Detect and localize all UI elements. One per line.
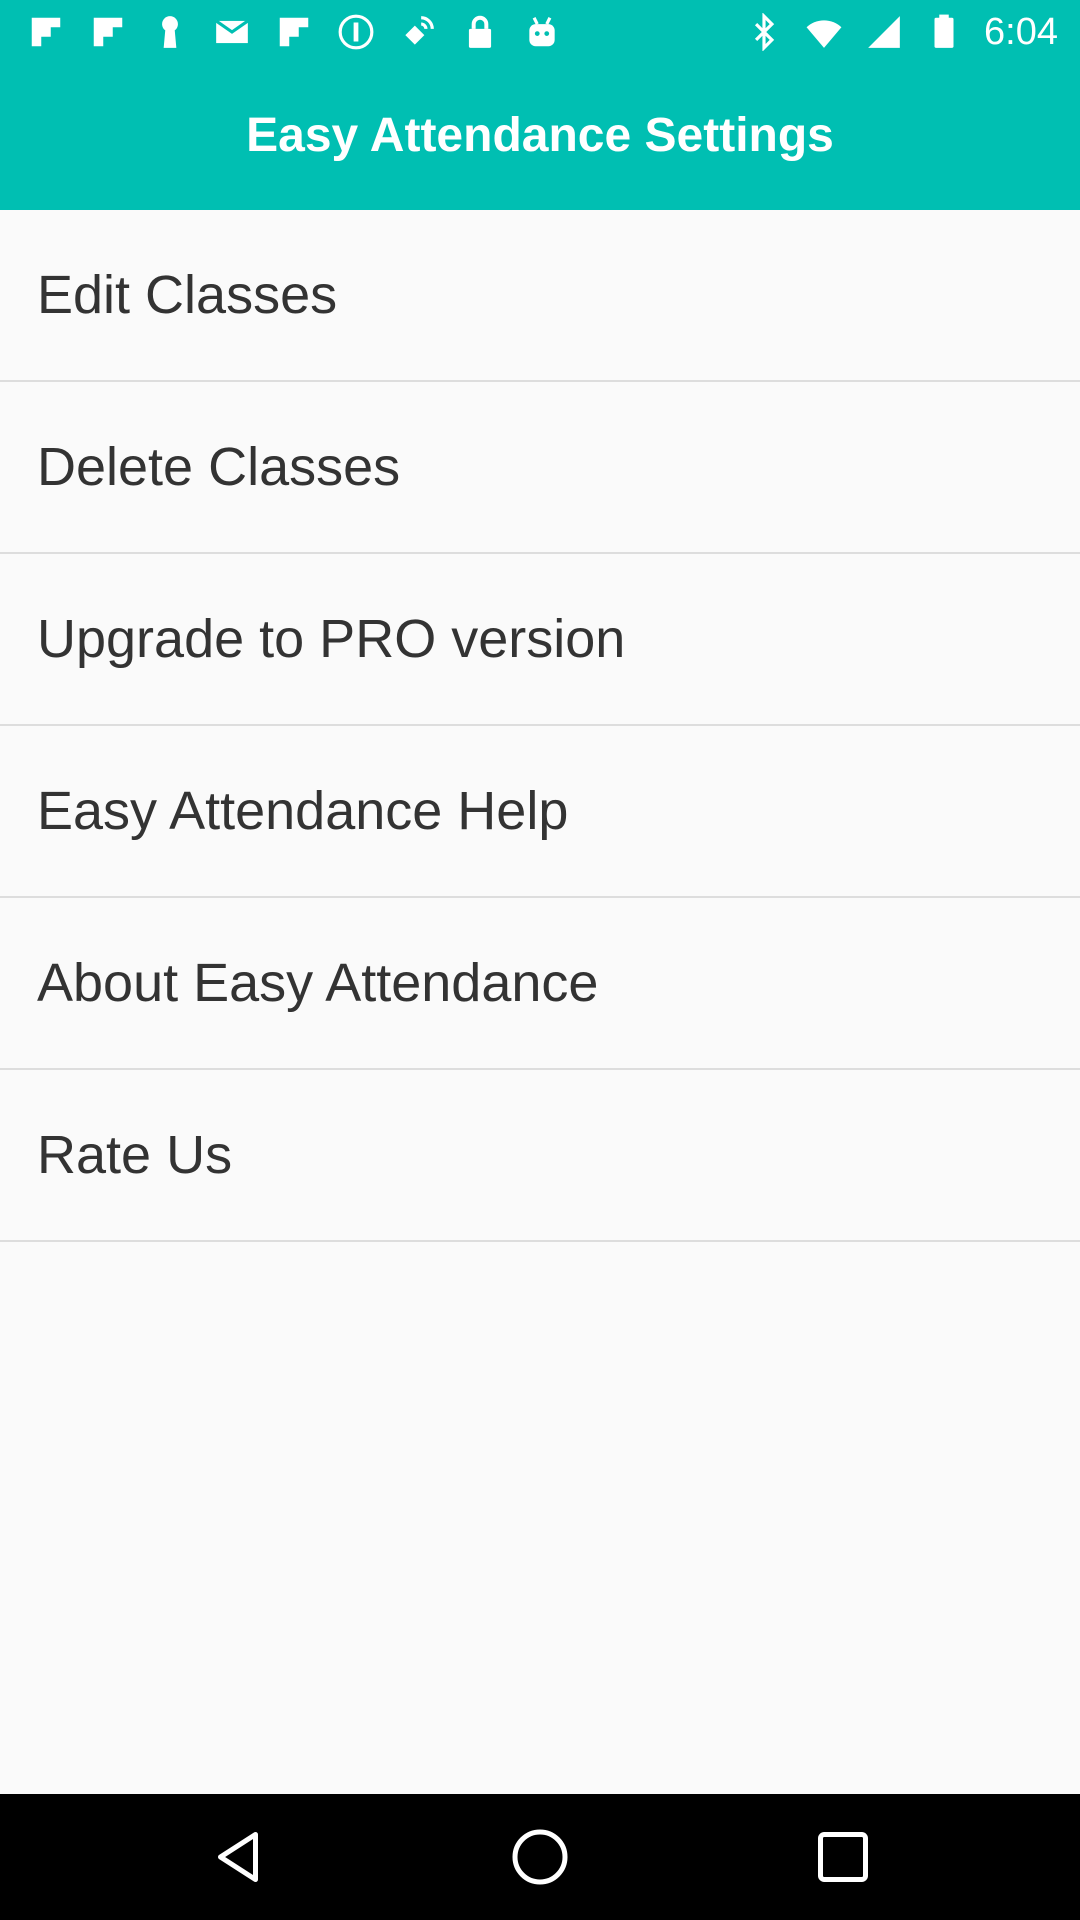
notification-icons	[26, 10, 562, 54]
lock-icon	[460, 12, 500, 52]
email-icon	[212, 12, 252, 52]
flipboard-icon	[88, 12, 128, 52]
settings-item-label: Delete Classes	[37, 437, 401, 497]
back-icon[interactable]	[208, 1827, 268, 1887]
page-title: Easy Attendance Settings	[246, 109, 834, 162]
settings-item-label: Easy Attendance Help	[37, 781, 569, 841]
settings-item-label: Edit Classes	[37, 265, 338, 325]
flipboard-icon	[274, 12, 314, 52]
status-time: 6:04	[984, 10, 1058, 53]
flipboard-icon	[26, 12, 66, 52]
android-icon	[522, 12, 562, 52]
keyhole-icon	[150, 12, 190, 52]
settings-item-upgrade-pro[interactable]: Upgrade to PRO version	[0, 554, 1080, 726]
wifi-icon	[804, 12, 844, 52]
bluetooth-icon	[744, 12, 784, 52]
cellular-signal-icon	[864, 12, 904, 52]
settings-item-label: About Easy Attendance	[37, 953, 599, 1013]
fake-gps-icon	[398, 12, 438, 52]
settings-list: Edit Classes Delete Classes Upgrade to P…	[0, 210, 1080, 1242]
system-icons: 6:04	[744, 10, 1058, 54]
settings-item-delete-classes[interactable]: Delete Classes	[0, 382, 1080, 554]
settings-item-label: Upgrade to PRO version	[37, 609, 626, 669]
settings-item-about[interactable]: About Easy Attendance	[0, 898, 1080, 1070]
recents-icon[interactable]	[813, 1827, 873, 1887]
status-bar: 6:04	[0, 0, 1080, 62]
app-bar: 6:04 Easy Attendance Settings	[0, 0, 1080, 210]
settings-item-rate-us[interactable]: Rate Us	[0, 1070, 1080, 1242]
navigation-bar	[0, 1794, 1080, 1920]
settings-item-edit-classes[interactable]: Edit Classes	[0, 210, 1080, 382]
info-circle-icon	[336, 12, 376, 52]
battery-icon	[924, 12, 964, 52]
settings-item-help[interactable]: Easy Attendance Help	[0, 726, 1080, 898]
settings-item-label: Rate Us	[37, 1125, 233, 1185]
home-icon[interactable]	[510, 1827, 570, 1887]
